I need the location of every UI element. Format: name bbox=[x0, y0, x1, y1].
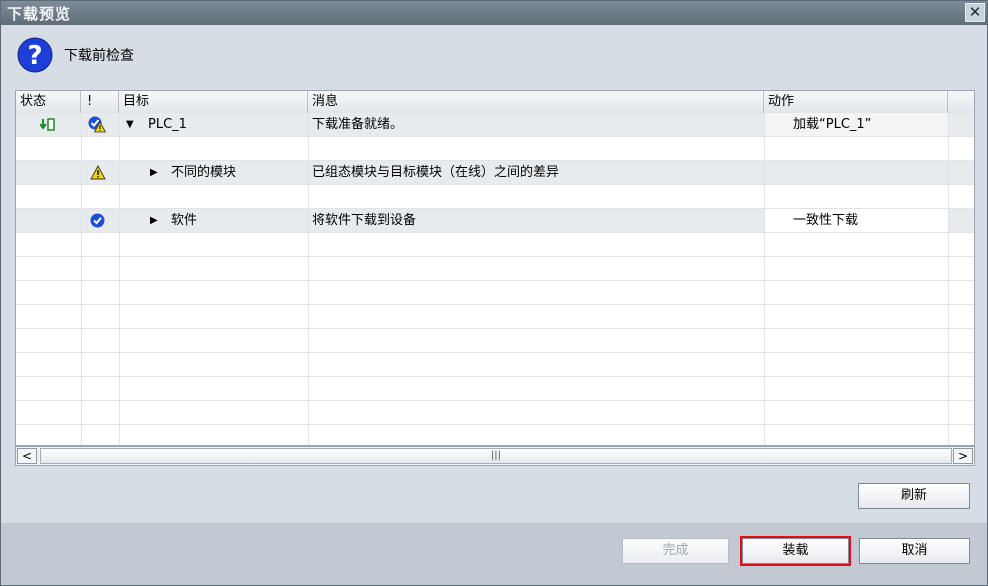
refresh-button[interactable]: 刷新 bbox=[858, 483, 970, 509]
action-cell[interactable]: 一致性下载 bbox=[765, 209, 948, 232]
message-text: 将软件下载到设备 bbox=[312, 213, 417, 228]
action-cell[interactable]: 加载“PLC_1” bbox=[765, 113, 948, 136]
table-row-plc[interactable]: ▼ PLC_1 下载准备就绪。 加载“PLC_1” bbox=[16, 113, 974, 137]
check-warning-icon bbox=[88, 116, 106, 133]
table-row bbox=[16, 377, 974, 401]
scroll-right-button[interactable]: > bbox=[953, 448, 973, 464]
table-row bbox=[16, 257, 974, 281]
column-message[interactable]: 消息 bbox=[308, 91, 764, 113]
table-row bbox=[16, 353, 974, 377]
column-divider bbox=[764, 113, 765, 445]
column-divider bbox=[81, 113, 82, 445]
table-row bbox=[16, 401, 974, 425]
message-text: 已组态模块与目标模块（在线）之间的差异 bbox=[312, 165, 560, 180]
scroll-left-button[interactable]: < bbox=[17, 448, 37, 464]
finish-button[interactable]: 完成 bbox=[622, 538, 729, 564]
table-row bbox=[16, 281, 974, 305]
table-row bbox=[16, 185, 974, 209]
table-row bbox=[16, 329, 974, 353]
target-name: PLC_1 bbox=[148, 117, 187, 132]
table-row bbox=[16, 305, 974, 329]
close-button[interactable]: ✕ bbox=[965, 3, 985, 22]
expander-toggle[interactable]: ▶ bbox=[150, 161, 158, 184]
download-status-icon bbox=[40, 118, 55, 131]
column-divider bbox=[119, 113, 120, 445]
message-text: 下载准备就绪。 bbox=[312, 117, 404, 132]
table-row bbox=[16, 233, 974, 257]
column-warning[interactable]: ! bbox=[81, 91, 119, 113]
target-name: 软件 bbox=[171, 213, 198, 228]
warning-icon bbox=[90, 165, 106, 180]
download-check-table: 状态 ! 目标 消息 动作 ▼ PLC_1 下载准备就绪。 加载“PLC_1” … bbox=[15, 90, 975, 446]
load-button[interactable]: 装载 bbox=[740, 536, 851, 566]
check-heading: 下载前检查 bbox=[64, 48, 134, 64]
table-row-software[interactable]: ▶ 软件 将软件下载到设备 一致性下载 bbox=[16, 209, 974, 233]
target-name: 不同的模块 bbox=[171, 165, 237, 180]
title-bar: 下载预览 ✕ bbox=[1, 1, 987, 25]
horizontal-scrollbar[interactable]: < ||| > bbox=[15, 446, 975, 466]
expander-toggle[interactable]: ▼ bbox=[126, 113, 134, 136]
column-action[interactable]: 动作 bbox=[764, 91, 948, 113]
column-divider bbox=[948, 113, 949, 445]
question-icon: ? bbox=[17, 37, 53, 73]
scroll-thumb[interactable]: ||| bbox=[40, 448, 952, 464]
download-preview-dialog: 下载预览 ✕ ? 下载前检查 状态 ! 目标 消息 动作 ▼ PLC_1 下载准… bbox=[0, 0, 988, 586]
column-divider bbox=[308, 113, 309, 445]
check-icon bbox=[90, 213, 105, 228]
column-status[interactable]: 状态 bbox=[16, 91, 81, 113]
cancel-button[interactable]: 取消 bbox=[859, 538, 970, 564]
dialog-title: 下载预览 bbox=[7, 5, 72, 23]
table-row-modules[interactable]: ▶ 不同的模块 已组态模块与目标模块（在线）之间的差异 bbox=[16, 161, 974, 185]
table-row bbox=[16, 137, 974, 161]
column-target[interactable]: 目标 bbox=[119, 91, 308, 113]
table-header: 状态 ! 目标 消息 动作 bbox=[16, 91, 974, 114]
expander-toggle[interactable]: ▶ bbox=[150, 209, 158, 232]
svg-text:?: ? bbox=[27, 41, 42, 71]
